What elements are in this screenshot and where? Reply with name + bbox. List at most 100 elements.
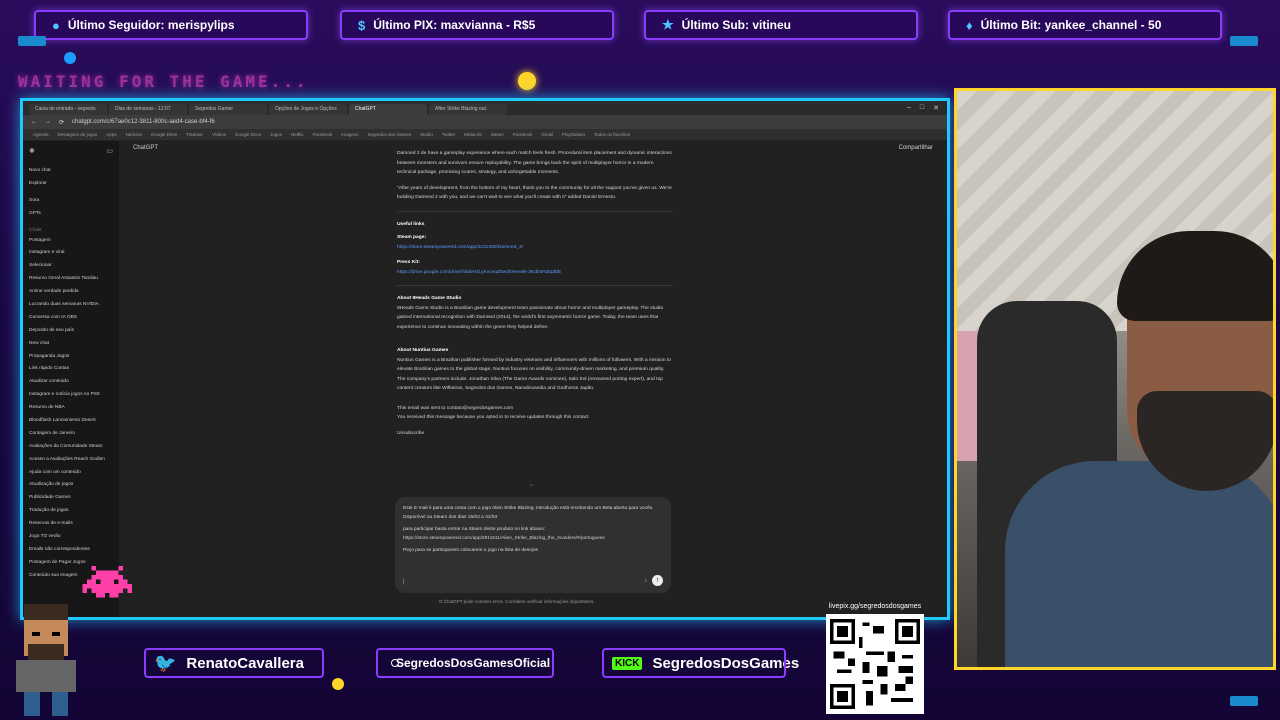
explore-button[interactable]: Explorar: [29, 178, 113, 191]
last-follower-pill: ● Último Seguidor: merispylips: [34, 10, 308, 40]
last-sub-label: Último Sub: vitineu: [681, 18, 791, 32]
chat-history-item[interactable]: Acesso a Avaliações Reach Godlen: [29, 454, 113, 467]
bookmark-item[interactable]: Todos os favoritos: [594, 132, 630, 137]
kick-handle: KICK SegredosDosGames: [602, 648, 799, 678]
close-button[interactable]: ✕: [933, 104, 939, 112]
openai-logo-icon[interactable]: ✺: [29, 147, 35, 155]
unsubscribe-link[interactable]: Unsubscribe: [397, 429, 673, 439]
bookmark-item[interactable]: Mídia Kit: [464, 132, 482, 137]
steam-page-link[interactable]: https://store.steampowered.com/app/22313…: [397, 243, 673, 253]
chat-history-item[interactable]: Jogo TO verão: [29, 531, 113, 544]
forward-icon[interactable]: →: [45, 119, 51, 125]
composer-link: https://store.steampowered.com/app/28115…: [403, 535, 605, 541]
about-studio-heading: About 9Heads Game Studio: [397, 296, 462, 301]
chat-history-item[interactable]: Emails não correspondentes: [29, 544, 113, 557]
url-field[interactable]: chatgpt.com/c/67ae0c12-3811-800c-aed4-ca…: [72, 119, 215, 125]
new-chat-button[interactable]: Novo chat: [29, 165, 113, 178]
model-selector[interactable]: ChatGPT: [133, 145, 158, 151]
scroll-down-icon[interactable]: ⌄: [529, 481, 534, 488]
bookmark-item[interactable]: Facebook: [313, 132, 333, 137]
send-button[interactable]: ↑: [652, 575, 663, 586]
bookmark-item[interactable]: Apps: [106, 132, 116, 137]
sidebar-top-row: ✺ ▭: [29, 147, 113, 155]
chat-history-item[interactable]: Instagram e notícia jogos no PS5: [29, 389, 113, 402]
browser-tab[interactable]: Segredos Gamer: [189, 104, 267, 115]
minimize-button[interactable]: –: [907, 104, 911, 112]
chat-history-item[interactable]: Atualização de jogos: [29, 479, 113, 492]
steam-page-label: Steam page:: [397, 235, 427, 240]
chat-history-item[interactable]: Postagem: [29, 235, 113, 248]
chat-history-item[interactable]: Reservas de e-mails: [29, 518, 113, 531]
chat-history-item[interactable]: Deposito de seu país: [29, 325, 113, 338]
bookmark-item[interactable]: Twitter: [442, 132, 455, 137]
chat-history-item[interactable]: New chat: [29, 338, 113, 351]
bookmark-item[interactable]: Vídeos: [212, 132, 226, 137]
useful-links-heading: Useful links: [397, 221, 425, 227]
chat-history-item[interactable]: Conversa com IA OBS: [29, 312, 113, 325]
chat-history-item[interactable]: Anime verdade perdida: [29, 286, 113, 299]
bookmark-item[interactable]: Studio: [420, 132, 433, 137]
yellow-dot-decoration: [518, 72, 536, 90]
bookmark-item[interactable]: Agenda: [33, 132, 49, 137]
message-composer[interactable]: Este E-mail é para uma conta com o jogo …: [395, 497, 671, 593]
about-nuntius-text: Nuntius Games is a Brazilian publisher f…: [397, 357, 671, 392]
email-note: This email was sent to contato@segredosg…: [397, 405, 514, 411]
maximize-button[interactable]: □: [920, 104, 924, 112]
chat-history-item[interactable]: Selecionar: [29, 260, 113, 273]
chat-history-item[interactable]: Avaliações da Comunidade Steam: [29, 441, 113, 454]
chat-history-item[interactable]: Ajuda com um conteúdo: [29, 467, 113, 480]
bookmark-item[interactable]: Jogos: [270, 132, 282, 137]
qr-code-graphic: [830, 619, 920, 709]
social-border: [144, 648, 324, 678]
bookmark-item[interactable]: Netflix: [291, 132, 304, 137]
composer-line: Este E-mail é para uma conta com o jogo …: [403, 506, 654, 520]
window-controls: – □ ✕: [907, 104, 947, 112]
composer-line: para participar basta entrar na Steam de…: [403, 527, 546, 533]
browser-tab[interactable]: After Strike Blazing out.: [429, 104, 507, 115]
gpts-link[interactable]: GPTs: [29, 208, 113, 221]
chat-history-item[interactable]: Resumo de NBA: [29, 402, 113, 415]
attach-icon[interactable]: |: [403, 578, 405, 587]
chat-history-item[interactable]: Atualizar conteúdo: [29, 376, 113, 389]
back-icon[interactable]: ←: [31, 119, 37, 125]
bookmark-item[interactable]: PlayStation: [562, 132, 585, 137]
bookmark-item[interactable]: Steam: [491, 132, 504, 137]
about-nuntius-heading: About Nuntius Games: [397, 348, 449, 353]
chat-history-item[interactable]: Bloodflash Lanzamiento Desert: [29, 415, 113, 428]
address-bar: ← → ⟳ chatgpt.com/c/67ae0c12-3811-800c-a…: [23, 115, 947, 129]
sidebar-toggle-icon[interactable]: ▭: [106, 147, 113, 155]
share-button[interactable]: Compartilhar: [899, 145, 933, 151]
chat-history-item[interactable]: Link rápido Contas: [29, 363, 113, 376]
browser-tab[interactable]: Opções de Jogos e Opções: [269, 104, 347, 115]
bookmark-item[interactable]: Tradutor: [186, 132, 203, 137]
chat-history-item[interactable]: Resumo Geral Assassin Tamilau: [29, 273, 113, 286]
blue-dot-decoration: [64, 52, 76, 64]
chat-history-item[interactable]: Contagem de Janeiro: [29, 428, 113, 441]
sora-link[interactable]: Sora: [29, 195, 113, 208]
browser-tab-active[interactable]: ChatGPT: [349, 104, 427, 115]
chat-history-item[interactable]: Publicidade Games: [29, 492, 113, 505]
chat-history-item[interactable]: Tradução de jogos: [29, 505, 113, 518]
chats-group-title: Chats: [29, 227, 42, 233]
microphone-icon[interactable]: ♪: [644, 577, 647, 586]
bookmark-item[interactable]: Imagens: [341, 132, 358, 137]
browser-tab[interactable]: Caixa de entrada - segredo: [29, 104, 107, 115]
disclaimer-text: O ChatGPT pode cometer erros. Considere …: [439, 599, 595, 604]
chat-history-item[interactable]: Propaganda Jogos: [29, 351, 113, 364]
divider: [397, 285, 673, 286]
bookmark-item[interactable]: Google Drive: [151, 132, 177, 137]
chat-history-item[interactable]: Instagram e viral: [29, 247, 113, 260]
message-paragraph: Damned 2 de have a gameplay experience w…: [397, 151, 672, 175]
stream-top-bar: ● Último Seguidor: merispylips $ Último …: [0, 0, 1280, 50]
chat-history-item[interactable]: Lucrando duas semanas NVIDIA: [29, 299, 113, 312]
bookmark-item[interactable]: Gmail: [541, 132, 553, 137]
bookmark-item[interactable]: Segredos dos Games: [368, 132, 412, 137]
bookmark-item[interactable]: Notícias: [126, 132, 142, 137]
press-kit-link[interactable]: https://drive.google.com/drive/folders/1…: [397, 268, 673, 278]
bookmark-item[interactable]: Facebook: [513, 132, 533, 137]
corner-decoration-bottom-right: [1230, 696, 1258, 706]
bookmark-item[interactable]: Google Docs: [235, 132, 261, 137]
reload-icon[interactable]: ⟳: [59, 119, 64, 126]
bookmark-item[interactable]: Destaques de jogos: [58, 132, 98, 137]
browser-tab[interactable]: Dias de semanas - 12:07: [109, 104, 187, 115]
